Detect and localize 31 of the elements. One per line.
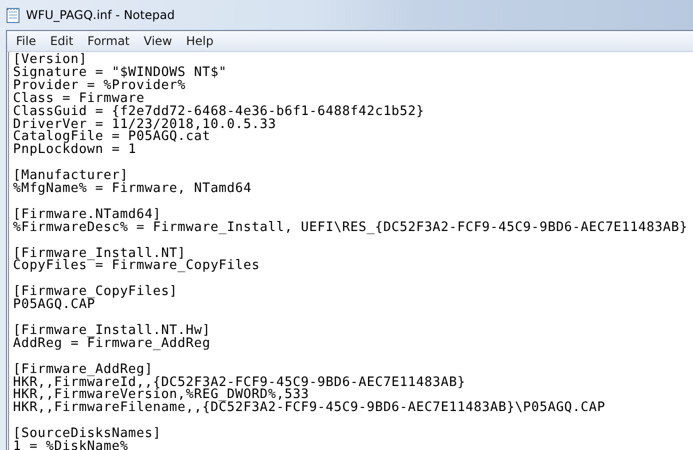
text-line: Provider = %Provider% — [13, 80, 186, 93]
text-line: [Firmware_AddReg] — [13, 364, 153, 377]
text-line: [Firmware_CopyFiles] — [13, 286, 178, 300]
text-line: %FirmwareDesc% = Firmware_Install, UEFI\RES_{DC52F3A2-FCF9-45C9-9BD6-AEC7E11483AB} — [13, 222, 688, 235]
text-line: HKR,,FirmwareId,,{DC52F3A2-FCF9-45C9-9BD6-AEC7E11483AB} — [13, 376, 466, 390]
text-line: %MfgName% = Firmware, NTamd64 — [13, 183, 252, 196]
menu-item[interactable]: Edit — [43, 33, 80, 49]
text-line: 1 = %DiskName% — [13, 441, 128, 450]
text-line: P05AGQ.CAP — [13, 299, 96, 312]
notepad-icon — [6, 7, 20, 23]
text-line: AddReg = Firmware_AddReg — [13, 338, 210, 351]
text-line: [Manufacturer] — [13, 170, 128, 184]
text-line: [SourceDisksNames] — [13, 428, 162, 442]
text-line: [Firmware_Install.NT] — [13, 248, 186, 260]
text-line: Signature = "$WINDOWS NT$" — [13, 66, 227, 80]
text-line: [Version] — [13, 54, 88, 67]
text-line: HKR,,FirmwareVersion,%REG_DWORD%,533 — [13, 389, 310, 402]
menu-item[interactable]: Format — [80, 33, 137, 49]
text-line: [Firmware_Install.NT.Hw] — [13, 324, 210, 338]
menu-item[interactable]: File — [9, 33, 44, 49]
window-title: WFU_PAGQ.inf - Notepad — [26, 8, 175, 22]
text-line: ClassGuid = {f2e7dd72-6468-4e36-b6f1-6488f42c1b52} — [13, 106, 424, 119]
text-line: DriverVer = 11/23/2018,10.0.5.33 — [13, 118, 276, 132]
text-line: HKR,,FirmwareFilename,,{DC52F3A2-FCF9-45C9-9BD6-AEC7E11483AB}\P05AGQ.CAP — [13, 402, 606, 416]
text-line: CatalogFile = P05AGQ.cat — [13, 131, 210, 144]
menu-item[interactable]: Help — [179, 33, 220, 49]
text-line: CopyFiles = Firmware_CopyFiles — [13, 260, 260, 274]
text-line: Class = Firmware — [13, 92, 145, 106]
text-line: [Firmware.NTamd64] — [13, 208, 162, 222]
text-line: PnpLockdown = 1 — [13, 144, 136, 158]
menu-item[interactable]: View — [136, 33, 180, 49]
